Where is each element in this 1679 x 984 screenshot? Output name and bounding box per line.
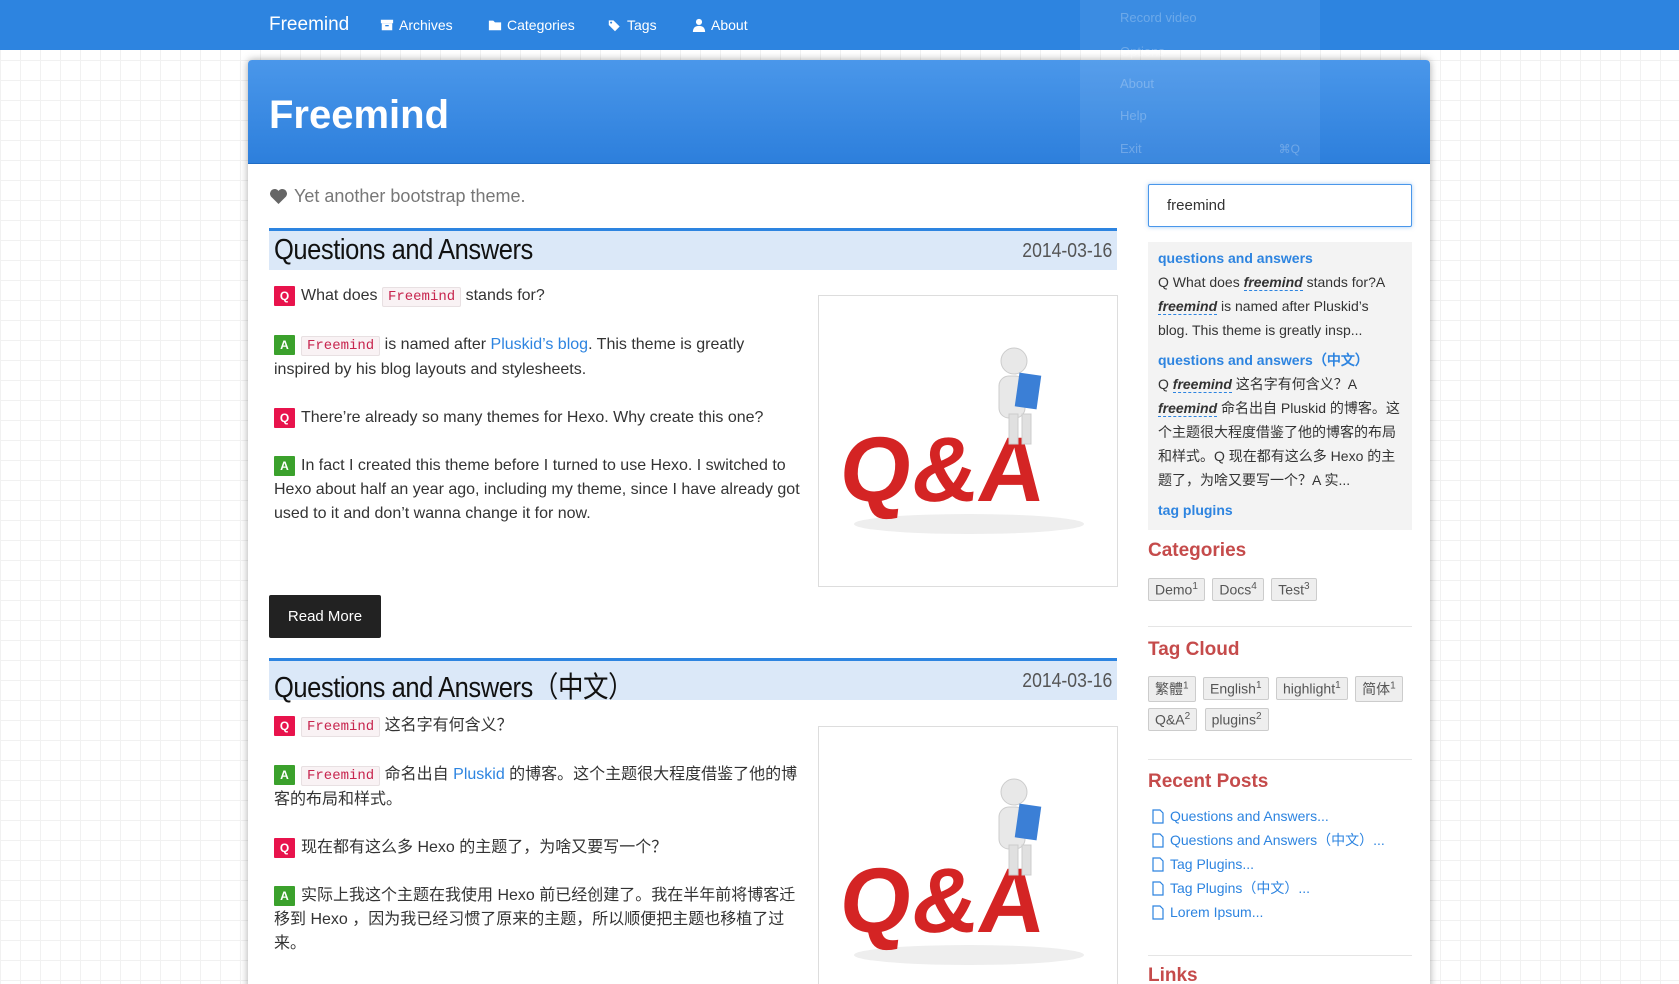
post-header: Questions and Answers 2014-03-16: [269, 228, 1117, 270]
q-badge: Q: [274, 285, 295, 306]
qa-answer: A Freemind is named after Pluskid’s blog.…: [274, 333, 804, 382]
post-date: 2014-03-16: [1021, 670, 1112, 692]
recent-posts-heading: Recent Posts: [1148, 771, 1269, 792]
qa-text: 现在都有这么多 Hexo 的主题了，为啥又要写一个？: [301, 839, 668, 856]
file-icon: [1152, 880, 1164, 896]
banner-title: Freemind: [269, 93, 450, 137]
search-result-snippet: Q freemind 这名字有何含义？A freemind 命名出自 Plusk…: [1158, 376, 1400, 488]
tag-chip[interactable]: English1: [1203, 677, 1269, 700]
tagline: Yet another bootstrap theme.: [269, 186, 526, 207]
recent-post-link[interactable]: Questions and Answers...: [1152, 804, 1416, 828]
sidebar-divider: [1148, 759, 1412, 760]
qa-text: 这名字有何含义？: [384, 717, 513, 734]
search-result-title[interactable]: tag plugins: [1158, 498, 1402, 522]
q-badge: Q: [274, 407, 295, 428]
qa-question: Q What does Freemind stands for?: [274, 284, 804, 309]
qa-answer: A In fact I created this theme before I t…: [274, 454, 804, 526]
a-badge: A: [274, 334, 295, 355]
sidebar-divider: [1148, 626, 1412, 627]
recent-post-link[interactable]: Lorem Ipsum...: [1152, 900, 1416, 924]
qa-answer: A Freemind 命名出自 Pluskid 的博客。这个主题很大程度借鉴了他的…: [274, 763, 804, 812]
tag-chip[interactable]: 简体1: [1355, 676, 1403, 702]
page-container: Freemind Yet another bootstrap theme. Qu…: [248, 60, 1430, 984]
q-badge: Q: [274, 715, 295, 736]
qa-text: In fact I created this theme before I tu…: [274, 457, 800, 522]
post-date: 2014-03-16: [1021, 240, 1112, 262]
pluskid-blog-link[interactable]: Pluskid’s blog: [491, 336, 589, 353]
search-input[interactable]: [1148, 184, 1412, 227]
qa-text: stands for?: [465, 287, 545, 304]
tag-chip[interactable]: 繁體1: [1148, 676, 1196, 702]
top-navbar: Freemind Archives Categories Tags About: [0, 0, 1679, 50]
a-badge: A: [274, 764, 295, 785]
category-list: Demo1 Docs4 Test3: [1148, 578, 1412, 607]
recent-post-link[interactable]: Questions and Answers（中文）...: [1152, 828, 1416, 852]
tagline-text: Yet another bootstrap theme.: [294, 186, 526, 206]
a-badge: A: [274, 455, 295, 476]
search-result-title[interactable]: questions and answers: [1158, 246, 1402, 270]
qa-question: Q There’re already so many themes for Hex…: [274, 406, 804, 430]
site-banner: Freemind: [248, 60, 1430, 164]
user-icon: [692, 18, 706, 32]
tag-chip[interactable]: plugins2: [1204, 708, 1269, 731]
qa-figure-illustration: Q&A: [835, 347, 1084, 534]
post-title[interactable]: Questions and Answers（中文）: [274, 664, 634, 706]
inline-code: Freemind: [301, 766, 381, 786]
post-thumbnail: Q&A: [818, 726, 1118, 984]
qa-text: 命名出自: [384, 766, 449, 783]
tag-chip[interactable]: highlight1: [1275, 677, 1348, 700]
qa-question: Q Freemind 这名字有何含义？: [274, 714, 804, 739]
categories-heading: Categories: [1148, 540, 1247, 561]
nav-item-about[interactable]: About: [692, 17, 748, 33]
file-icon: [1152, 832, 1164, 848]
inline-code: Freemind: [381, 287, 462, 307]
qa-text: is named after: [384, 336, 487, 353]
nav-item-categories[interactable]: Categories: [488, 17, 575, 33]
file-icon: [1152, 856, 1164, 872]
pluskid-link[interactable]: Pluskid: [453, 766, 505, 783]
search-result-snippet: Q What does freemind stands for?A freemi…: [1158, 274, 1385, 338]
nav-item-label: About: [711, 17, 748, 33]
tags-icon: [608, 20, 620, 32]
recent-post-link[interactable]: Tag Plugins...: [1152, 852, 1416, 876]
qa-text: 实际上我这个主题在我使用 Hexo 前已经创建了。我在半年前将博客迁移到 Hex…: [274, 887, 796, 952]
qa-question: Q 现在都有这么多 Hexo 的主题了，为啥又要写一个？: [274, 836, 804, 860]
qa-answer: A 实际上我这个主题在我使用 Hexo 前已经创建了。我在半年前将博客迁移到 He…: [274, 884, 804, 956]
category-chip[interactable]: Demo1: [1148, 578, 1205, 601]
heart-icon: [270, 188, 287, 205]
nav-item-label: Tags: [627, 17, 657, 33]
file-icon: [1152, 904, 1164, 920]
recent-post-link[interactable]: Tag Plugins（中文）...: [1152, 876, 1416, 900]
inline-code: Freemind: [301, 717, 381, 737]
a-badge: A: [274, 885, 295, 906]
category-chip[interactable]: Docs4: [1212, 578, 1264, 601]
search-results: questions and answers Q What does freemi…: [1148, 242, 1412, 530]
file-icon: [1152, 808, 1164, 824]
q-badge: Q: [274, 837, 295, 858]
tag-cloud: 繁體1 English1 highlight1 简体1 Q&A2 plugins…: [1148, 676, 1412, 737]
nav-item-label: Archives: [399, 17, 453, 33]
qa-text: There’re already so many themes for Hexo…: [301, 409, 764, 426]
post-thumbnail: Q&A: [818, 295, 1118, 587]
inline-code: Freemind: [301, 336, 381, 356]
sidebar-divider: [1148, 955, 1412, 956]
nav-item-archives[interactable]: Archives: [380, 17, 453, 33]
nav-item-label: Categories: [507, 17, 575, 33]
tag-cloud-heading: Tag Cloud: [1148, 639, 1240, 660]
category-chip[interactable]: Test3: [1271, 578, 1317, 601]
folder-icon: [488, 20, 502, 31]
tag-chip[interactable]: Q&A2: [1148, 708, 1198, 731]
read-more-button[interactable]: Read More: [269, 595, 381, 638]
nav-item-tags[interactable]: Tags: [608, 17, 657, 33]
links-heading: Links: [1148, 965, 1198, 984]
search-result-title[interactable]: questions and answers（中文）: [1158, 348, 1402, 372]
post-title[interactable]: Questions and Answers: [274, 234, 533, 267]
qa-figure-illustration: Q&A: [835, 778, 1084, 965]
post-header: Questions and Answers（中文） 2014-03-16: [269, 658, 1117, 704]
brand-link[interactable]: Freemind: [269, 14, 349, 36]
archive-icon: [380, 19, 394, 31]
recent-posts-list: Questions and Answers... Questions and A…: [1152, 804, 1416, 924]
qa-text: What does: [301, 287, 378, 304]
